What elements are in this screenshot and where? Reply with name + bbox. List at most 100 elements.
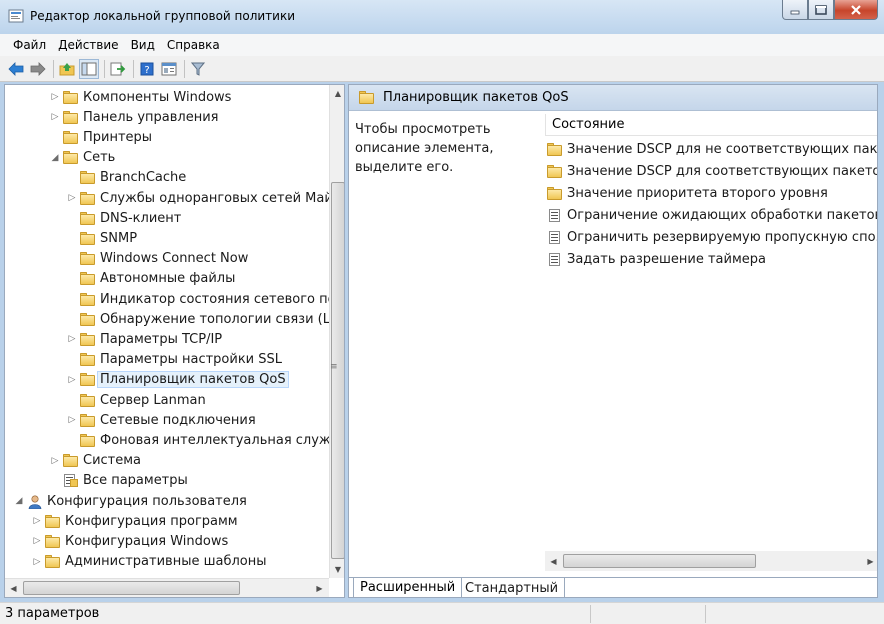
minimize-icon xyxy=(790,10,800,14)
expand-arrow-icon[interactable]: ▷ xyxy=(49,112,61,122)
menu-file[interactable]: Файл xyxy=(7,38,52,52)
toolbar-separator xyxy=(184,59,185,78)
scroll-down-icon[interactable]: ▼ xyxy=(330,561,344,578)
expand-arrow-icon[interactable]: ▷ xyxy=(66,334,78,344)
tree-item[interactable]: Принтеры xyxy=(49,127,152,147)
expand-arrow-icon[interactable]: ▷ xyxy=(66,375,78,385)
column-header-state[interactable]: Состояние xyxy=(545,114,877,136)
folder-icon xyxy=(45,514,61,528)
scroll-thumb[interactable] xyxy=(563,554,756,568)
tree-item[interactable]: ▷ Сетевые подключения xyxy=(66,410,256,430)
folder-icon xyxy=(80,292,96,306)
tree-item[interactable]: Сервер Lanman xyxy=(66,390,206,410)
tree-item-label: Индикатор состояния сетевого под xyxy=(100,291,329,307)
expand-arrow-icon[interactable]: ▷ xyxy=(31,536,43,546)
menu-help[interactable]: Справка xyxy=(161,38,226,52)
expand-arrow-icon[interactable]: ▷ xyxy=(66,415,78,425)
tree-item-label: Панель управления xyxy=(83,109,219,125)
tree-item[interactable]: ▷ Административные шаблоны xyxy=(31,552,267,572)
splitter-grip-icon[interactable]: ≡ xyxy=(330,362,338,372)
tree-item-label: Обнаружение топологии связи (Lin xyxy=(100,311,329,327)
folder-icon xyxy=(80,393,96,407)
minimize-button[interactable] xyxy=(782,0,808,20)
tree-item-label: Автономные файлы xyxy=(100,271,236,287)
tree-item[interactable]: BranchCache xyxy=(66,168,186,188)
tree-item[interactable]: SNMP xyxy=(66,228,137,248)
back-button[interactable] xyxy=(6,59,26,79)
help-button[interactable]: ? xyxy=(137,59,157,79)
expand-arrow-icon[interactable]: ▷ xyxy=(31,516,43,526)
tree-item[interactable]: Все параметры xyxy=(49,471,188,491)
tree-item[interactable]: ▷ Службы одноранговых сетей Майкр xyxy=(66,188,329,208)
export-list-button[interactable] xyxy=(108,59,128,79)
menu-bar: Файл Действие Вид Справка xyxy=(0,34,884,56)
tree-item-label: Планировщик пакетов QoS xyxy=(97,371,289,389)
tree-horizontal-scrollbar[interactable]: ◀ ▶ xyxy=(5,578,329,597)
tree-item-label: DNS-клиент xyxy=(100,210,182,226)
folder-icon xyxy=(547,186,563,200)
tree-item[interactable]: Индикатор состояния сетевого под xyxy=(66,289,329,309)
expand-arrow-icon[interactable]: ▷ xyxy=(31,557,43,567)
folder-icon xyxy=(63,130,79,144)
group-policy-icon xyxy=(8,9,24,23)
setting-row[interactable]: Ограничить резервируемую пропускную спо.… xyxy=(547,227,877,247)
up-folder-button[interactable] xyxy=(57,59,77,79)
tree-item[interactable]: Параметры настройки SSL xyxy=(66,350,282,370)
tab-extended[interactable]: Расширенный xyxy=(353,578,463,597)
tree-item-label: Административные шаблоны xyxy=(65,554,267,570)
folder-icon xyxy=(45,555,61,569)
tree-item[interactable]: ◢ Сеть xyxy=(49,148,116,168)
folder-icon xyxy=(80,171,96,185)
tree-item-label: Windows Connect Now xyxy=(100,251,249,267)
scroll-right-icon[interactable]: ▶ xyxy=(862,551,877,571)
tree-item[interactable]: Обнаружение топологии связи (Lin xyxy=(66,309,329,329)
tree-item[interactable]: DNS-клиент xyxy=(66,208,181,228)
tree-item-selected[interactable]: ▷ Планировщик пакетов QoS xyxy=(66,370,289,390)
setting-row[interactable]: Значение приоритета второго уровня xyxy=(547,183,877,203)
tree-vertical-scrollbar[interactable]: ▲ ▼ xyxy=(329,85,344,578)
tree-item-label: Службы одноранговых сетей Майкр xyxy=(100,190,329,206)
help-icon: ? xyxy=(140,62,154,76)
setting-row[interactable]: Значение DSCP для не соответствующих пак… xyxy=(547,139,877,159)
scroll-left-icon[interactable]: ◀ xyxy=(545,551,562,571)
collapse-arrow-icon[interactable]: ◢ xyxy=(49,153,61,163)
details-title: Планировщик пакетов QoS xyxy=(383,90,569,105)
setting-row[interactable]: Задать разрешение таймера xyxy=(547,249,877,269)
tree-item[interactable]: Windows Connect Now xyxy=(66,249,248,269)
status-bar: 3 параметров xyxy=(0,602,884,624)
show-hide-tree-button[interactable] xyxy=(79,58,99,79)
details-horizontal-scrollbar[interactable]: ◀ ▶ xyxy=(545,551,877,571)
scroll-left-icon[interactable]: ◀ xyxy=(5,579,22,597)
maximize-button[interactable] xyxy=(808,0,834,20)
menu-view[interactable]: Вид xyxy=(125,38,161,52)
toolbar-separator xyxy=(133,59,134,78)
forward-button[interactable] xyxy=(28,59,48,79)
expand-arrow-icon[interactable]: ▷ xyxy=(49,92,61,102)
setting-row[interactable]: Значение DSCP для соответствующих пакето… xyxy=(547,161,877,181)
scroll-up-icon[interactable]: ▲ xyxy=(330,85,344,102)
toolbar: ? xyxy=(0,56,884,82)
forward-icon xyxy=(30,61,46,76)
tree-item[interactable]: ▷ Параметры TCP/IP xyxy=(66,329,223,349)
menu-action[interactable]: Действие xyxy=(52,38,124,52)
tree-item[interactable]: ▷ Компоненты Windows xyxy=(49,87,232,107)
details-header: Планировщик пакетов QoS xyxy=(349,85,877,111)
scroll-thumb[interactable] xyxy=(23,581,240,595)
setting-row[interactable]: Ограничение ожидающих обработки пакетов xyxy=(547,205,877,225)
properties-button[interactable] xyxy=(159,59,179,79)
tree-item[interactable]: Фоновая интеллектуальная служба xyxy=(66,430,329,450)
filter-button[interactable] xyxy=(188,59,208,79)
tab-standard[interactable]: Стандартный xyxy=(459,578,566,597)
close-button[interactable] xyxy=(834,0,878,20)
collapse-arrow-icon[interactable]: ◢ xyxy=(13,496,25,506)
tree-item[interactable]: ◢ Конфигурация пользователя xyxy=(13,491,247,511)
view-tabs: Расширенный Стандартный xyxy=(349,577,877,597)
tree-item[interactable]: ▷ Панель управления xyxy=(49,107,219,127)
tree-item[interactable]: ▷ Конфигурация Windows xyxy=(31,531,229,551)
scroll-right-icon[interactable]: ▶ xyxy=(311,579,328,597)
expand-arrow-icon[interactable]: ▷ xyxy=(49,456,61,466)
tree-item[interactable]: ▷ Конфигурация программ xyxy=(31,511,238,531)
expand-arrow-icon[interactable]: ▷ xyxy=(66,193,78,203)
tree-item[interactable]: Автономные файлы xyxy=(66,269,235,289)
tree-item[interactable]: ▷ Система xyxy=(49,451,142,471)
